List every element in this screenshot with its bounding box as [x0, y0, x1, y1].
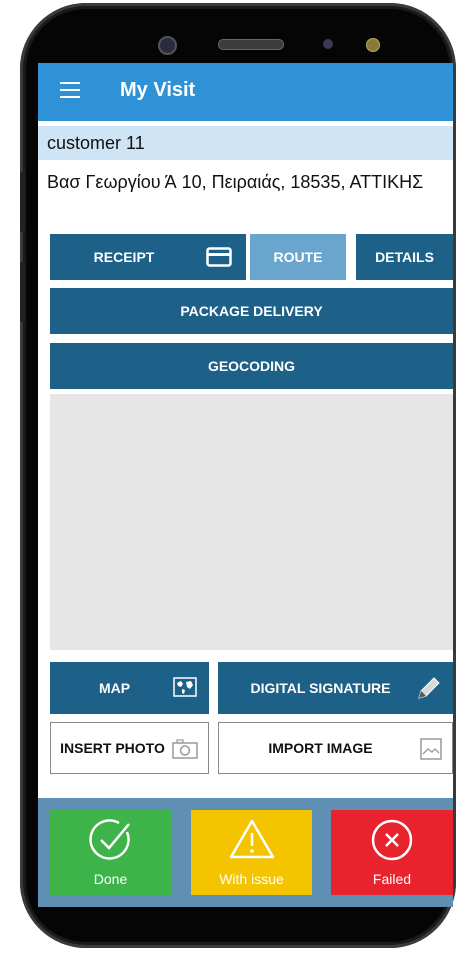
failed-label: Failed [372, 871, 412, 887]
digital-signature-label: DIGITAL SIGNATURE [250, 680, 391, 696]
phone-side-button [20, 262, 25, 322]
import-image-button[interactable]: IMPORT IMAGE [218, 722, 453, 774]
done-button[interactable]: Done [50, 810, 171, 895]
pencil-icon [418, 677, 440, 699]
map-label: MAP [98, 680, 131, 696]
customer-name: customer 11 [38, 126, 453, 160]
app-bar: My Visit [38, 63, 453, 121]
sensor [366, 38, 380, 52]
earpiece-speaker [218, 39, 284, 50]
map-button[interactable]: MAP [50, 662, 209, 714]
close-circle-icon [371, 819, 413, 861]
customer-address: Βασ Γεωργίου Ά 10, Πειραιάς, 18535, ΑΤΤΙ… [47, 172, 424, 192]
details-tab[interactable]: DETAILS [356, 234, 453, 280]
geocoding-button[interactable]: GEOCODING [50, 343, 453, 389]
receipt-label: RECEIPT [93, 249, 155, 265]
phone-side-button [20, 172, 25, 232]
card-icon [206, 247, 232, 267]
package-delivery-button[interactable]: PACKAGE DELIVERY [50, 288, 453, 334]
insert-photo-button[interactable]: INSERT PHOTO [50, 722, 209, 774]
warning-icon [229, 819, 274, 859]
done-label: Done [93, 871, 128, 887]
receipt-tab[interactable]: RECEIPT [50, 234, 246, 280]
with-issue-label: With issue [219, 871, 284, 887]
insert-photo-label: INSERT PHOTO [60, 740, 165, 756]
hamburger-menu-icon[interactable] [60, 82, 80, 98]
map-view[interactable] [50, 394, 453, 650]
camera-icon [172, 739, 198, 759]
check-circle-icon [88, 819, 130, 860]
world-map-icon [173, 677, 197, 697]
route-tab[interactable]: ROUTE [250, 234, 346, 280]
with-issue-button[interactable]: With issue [191, 810, 312, 895]
digital-signature-button[interactable]: DIGITAL SIGNATURE [218, 662, 453, 714]
import-image-label: IMPORT IMAGE [268, 740, 373, 756]
app-title: My Visit [120, 79, 196, 101]
front-camera [158, 36, 177, 55]
sensor [323, 39, 333, 49]
app-screen: My Visit customer 11 Βασ Γεωργίου Ά 10, … [38, 63, 453, 907]
failed-button[interactable]: Failed [331, 810, 453, 895]
image-icon [420, 738, 442, 760]
